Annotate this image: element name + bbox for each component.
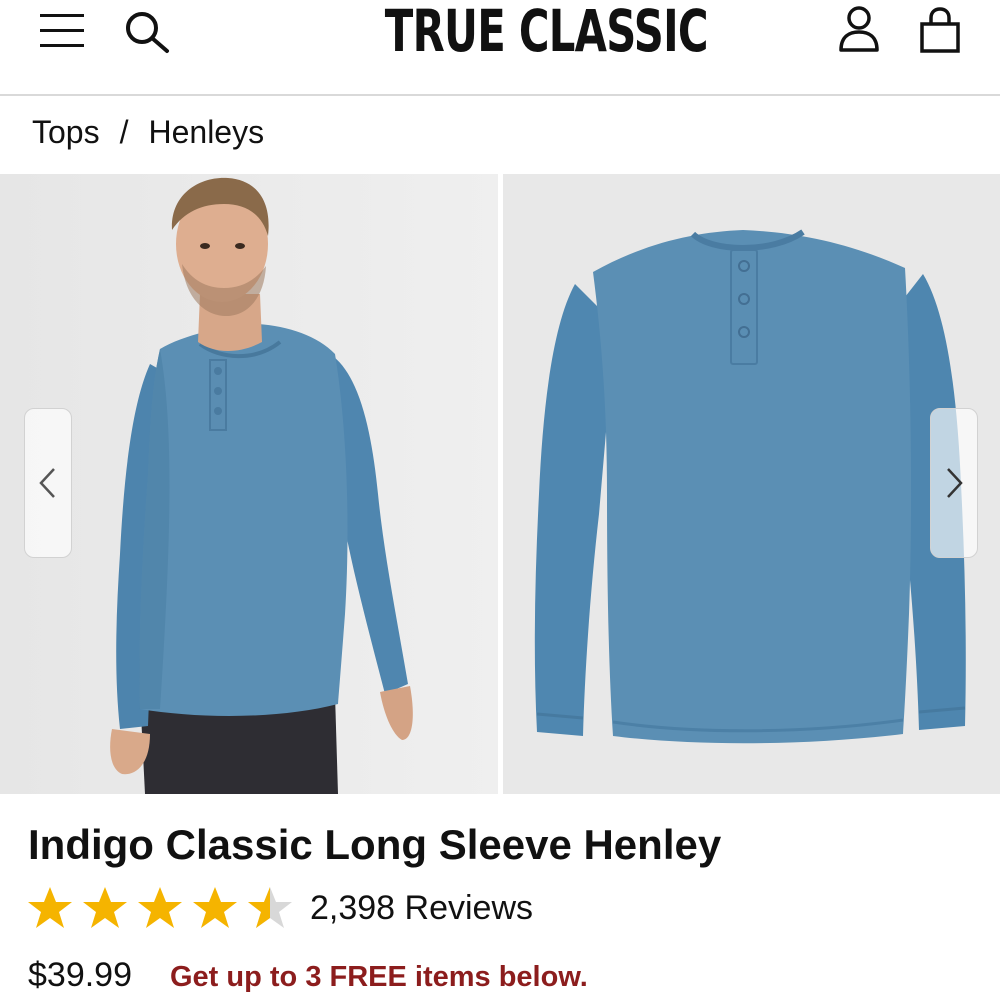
star-full-icon <box>193 887 237 928</box>
chevron-left-icon <box>39 468 55 498</box>
product-gallery <box>0 174 1000 794</box>
breadcrumb-tops[interactable]: Tops <box>32 114 100 150</box>
star-full-icon <box>138 887 182 928</box>
gallery-image-product[interactable] <box>503 174 1000 794</box>
brand-logo[interactable]: TRUE CLASSIC <box>385 0 709 66</box>
search-icon <box>126 12 169 53</box>
model-wearing-henley-image <box>0 174 498 794</box>
breadcrumb-separator: / <box>119 114 129 150</box>
reviews-link[interactable]: 2,398 Reviews <box>310 886 533 930</box>
gallery-prev-button[interactable] <box>24 408 72 558</box>
account-button[interactable] <box>836 4 882 54</box>
breadcrumb-henleys[interactable]: Henleys <box>148 114 264 150</box>
product-price: $39.99 <box>28 956 132 994</box>
account-icon <box>839 6 879 52</box>
star-full-icon <box>28 887 72 928</box>
shopping-bag-icon <box>920 7 960 53</box>
gallery-next-button[interactable] <box>930 408 978 558</box>
chevron-right-icon <box>947 468 963 498</box>
menu-icon <box>40 14 84 47</box>
cart-button[interactable] <box>917 6 963 54</box>
breadcrumb: Tops / Henleys <box>32 112 264 152</box>
product-title: Indigo Classic Long Sleeve Henley <box>28 821 722 868</box>
gallery-image-model[interactable] <box>0 174 498 794</box>
star-full-icon <box>83 887 127 928</box>
henley-product-flat-image <box>503 174 1000 794</box>
header-divider <box>0 94 1000 96</box>
star-half-icon <box>248 887 292 928</box>
search-button[interactable] <box>122 8 174 56</box>
site-header: TRUE CLASSIC <box>0 0 1000 94</box>
promo-text[interactable]: Get up to 3 FREE items below. <box>170 955 588 999</box>
menu-button[interactable] <box>38 10 88 52</box>
